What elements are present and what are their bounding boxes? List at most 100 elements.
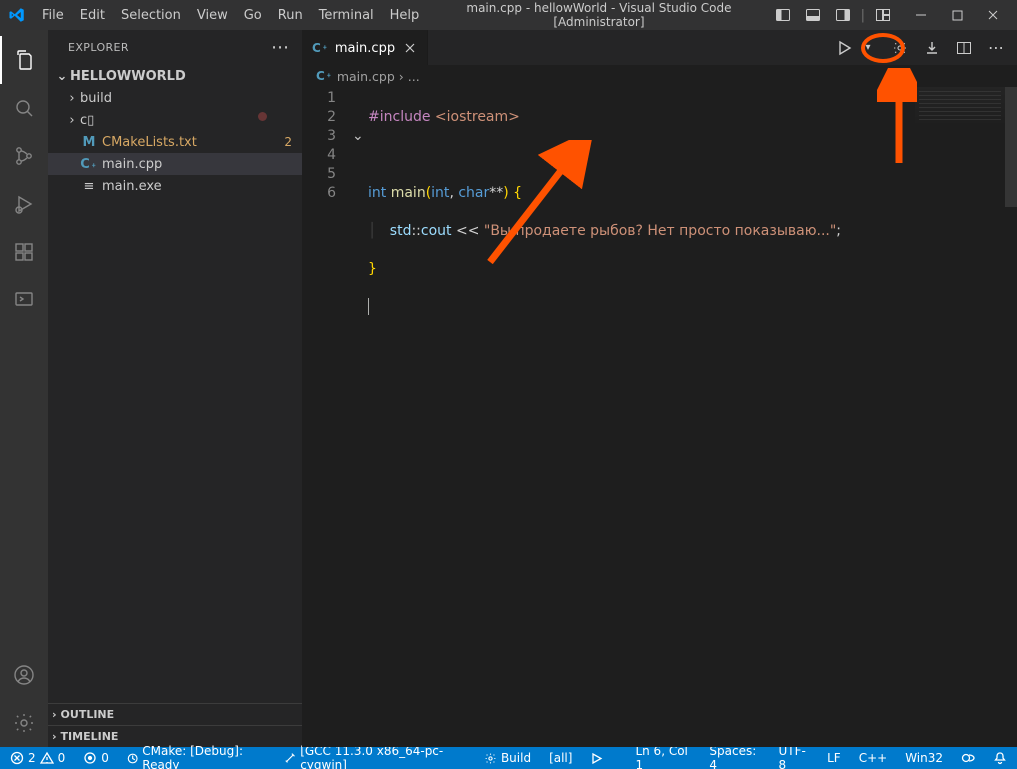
menu-help[interactable]: Help: [382, 4, 428, 27]
menu-terminal[interactable]: Terminal: [311, 4, 382, 27]
status-problems[interactable]: 2 0: [8, 747, 67, 769]
chevron-right-icon: ›: [64, 113, 80, 128]
breadcrumb-more: ...: [408, 69, 420, 84]
titlebar: File Edit Selection View Go Run Terminal…: [0, 0, 1017, 30]
editor-toolbar: ▾ ⋯: [833, 30, 1017, 65]
editor-group: C﹢ main.cpp ▾ ⋯: [302, 30, 1017, 747]
timeline-label: TIMELINE: [61, 730, 119, 743]
chevron-right-icon: ›: [52, 730, 57, 743]
status-lang[interactable]: C++: [857, 747, 890, 769]
editor-more-icon[interactable]: ⋯: [985, 37, 1007, 59]
chevron-right-icon: ›: [64, 91, 80, 106]
activity-extensions-icon[interactable]: [0, 228, 48, 276]
tab-bar: C﹢ main.cpp ▾ ⋯: [302, 30, 1017, 65]
status-debug-launch[interactable]: [588, 747, 605, 769]
status-kit[interactable]: [GCC 11.3.0 x86_64-pc-cygwin]: [282, 747, 468, 769]
status-build[interactable]: Build: [482, 747, 533, 769]
tree-item-label: build: [80, 91, 302, 106]
download-icon[interactable]: [921, 37, 943, 59]
cmake-file-icon: M: [80, 135, 98, 150]
tree-root-label: HELLOWWORLD: [70, 69, 302, 84]
tree-file-mainexe[interactable]: ≡ main.exe: [48, 175, 302, 197]
window-close-icon[interactable]: [975, 0, 1011, 30]
activity-run-debug-icon[interactable]: [0, 180, 48, 228]
window-minimize-icon[interactable]: [903, 0, 939, 30]
menu-view[interactable]: View: [189, 4, 236, 27]
folding-column: ⌄: [352, 89, 364, 146]
vscode-logo-icon: [8, 6, 26, 24]
status-eol[interactable]: LF: [825, 747, 843, 769]
tree-item-label: c▯: [80, 113, 302, 128]
outline-label: OUTLINE: [61, 708, 115, 721]
status-platform[interactable]: Win32: [903, 747, 945, 769]
tab-maincpp[interactable]: C﹢ main.cpp: [302, 30, 428, 65]
code-content[interactable]: #include <iostream> int main(int, char**…: [352, 87, 1017, 747]
status-cursor[interactable]: Ln 6, Col 1: [633, 747, 693, 769]
tree-file-cmakelists[interactable]: M CMakeLists.txt 2: [48, 131, 302, 153]
tab-label: main.cpp: [335, 41, 395, 56]
window-controls: [903, 0, 1011, 30]
vertical-scrollbar[interactable]: [1005, 87, 1017, 747]
run-dropdown-icon[interactable]: ▾: [857, 37, 879, 59]
outline-section[interactable]: › OUTLINE: [48, 703, 302, 725]
tree-item-label: main.exe: [102, 179, 302, 194]
explorer-more-icon[interactable]: ⋯: [271, 37, 290, 58]
status-bell-icon[interactable]: [991, 747, 1009, 769]
tree-item-label: main.cpp: [102, 157, 302, 172]
code-editor[interactable]: 1 2 3 4 5 6 ⌄ #include <iostream> int ma…: [302, 87, 1017, 747]
status-cmake[interactable]: CMake: [Debug]: Ready: [125, 747, 268, 769]
menu-selection[interactable]: Selection: [113, 4, 189, 27]
tree-item-badge: 2: [284, 135, 302, 149]
window-title: main.cpp - hellowWorld - Visual Studio C…: [427, 1, 770, 29]
run-file-button[interactable]: [833, 37, 855, 59]
status-bar: 2 0 0 CMake: [Debug]: Ready [GCC 11.3.0 …: [0, 747, 1017, 769]
window-maximize-icon[interactable]: [939, 0, 975, 30]
cpp-file-icon: C﹢: [312, 41, 329, 55]
breadcrumb-file: main.cpp: [337, 69, 395, 84]
main-area: EXPLORER ⋯ ⌄ HELLOWWORLD › build › c▯ M …: [0, 30, 1017, 747]
chevron-down-icon: ⌄: [54, 69, 70, 84]
cpp-file-icon: C﹢: [316, 69, 333, 83]
text-cursor: [368, 298, 369, 315]
status-feedback-icon[interactable]: [959, 747, 977, 769]
line-gutter: 1 2 3 4 5 6: [302, 87, 352, 747]
file-tree: ⌄ HELLOWWORLD › build › c▯ M CMakeLists.…: [48, 65, 302, 703]
settings-gear-icon[interactable]: [889, 37, 911, 59]
activity-search-icon[interactable]: [0, 84, 48, 132]
toggle-secondary-sidebar-icon[interactable]: [831, 3, 855, 27]
status-tests[interactable]: [all]: [547, 747, 574, 769]
split-editor-icon[interactable]: [953, 37, 975, 59]
menu-edit[interactable]: Edit: [72, 4, 113, 27]
status-spaces[interactable]: Spaces: 4: [707, 747, 762, 769]
activity-bar: [0, 30, 48, 747]
activity-settings-icon[interactable]: [0, 699, 48, 747]
tree-folder[interactable]: › build: [48, 87, 302, 109]
activity-explorer-icon[interactable]: [0, 36, 48, 84]
activity-remote-icon[interactable]: [0, 276, 48, 324]
toggle-panel-icon[interactable]: [801, 3, 825, 27]
toggle-primary-sidebar-icon[interactable]: [771, 3, 795, 27]
status-encoding[interactable]: UTF-8: [776, 747, 811, 769]
menu-go[interactable]: Go: [236, 4, 270, 27]
chevron-right-icon: ›: [52, 708, 57, 721]
menu-file[interactable]: File: [34, 4, 72, 27]
menu-run[interactable]: Run: [270, 4, 311, 27]
status-ports[interactable]: 0: [81, 747, 111, 769]
fold-chevron-icon[interactable]: ⌄: [352, 127, 364, 146]
tab-close-icon[interactable]: [401, 39, 419, 57]
activity-accounts-icon[interactable]: [0, 651, 48, 699]
chevron-right-icon: ›: [399, 69, 404, 84]
menu-bar: File Edit Selection View Go Run Terminal…: [34, 4, 427, 27]
minimap[interactable]: [915, 87, 1005, 147]
breadcrumbs[interactable]: C﹢ main.cpp › ...: [302, 65, 1017, 87]
tree-root[interactable]: ⌄ HELLOWWORLD: [48, 65, 302, 87]
explorer-title: EXPLORER: [68, 41, 129, 54]
sidebar-explorer: EXPLORER ⋯ ⌄ HELLOWWORLD › build › c▯ M …: [48, 30, 302, 747]
tree-file-maincpp[interactable]: C﹢ main.cpp: [48, 153, 302, 175]
layout-controls: |: [771, 3, 895, 27]
activity-scm-icon[interactable]: [0, 132, 48, 180]
breakpoint-icon[interactable]: [258, 112, 267, 121]
tree-item-label: CMakeLists.txt: [102, 135, 284, 150]
binary-file-icon: ≡: [80, 179, 98, 194]
customize-layout-icon[interactable]: [871, 3, 895, 27]
